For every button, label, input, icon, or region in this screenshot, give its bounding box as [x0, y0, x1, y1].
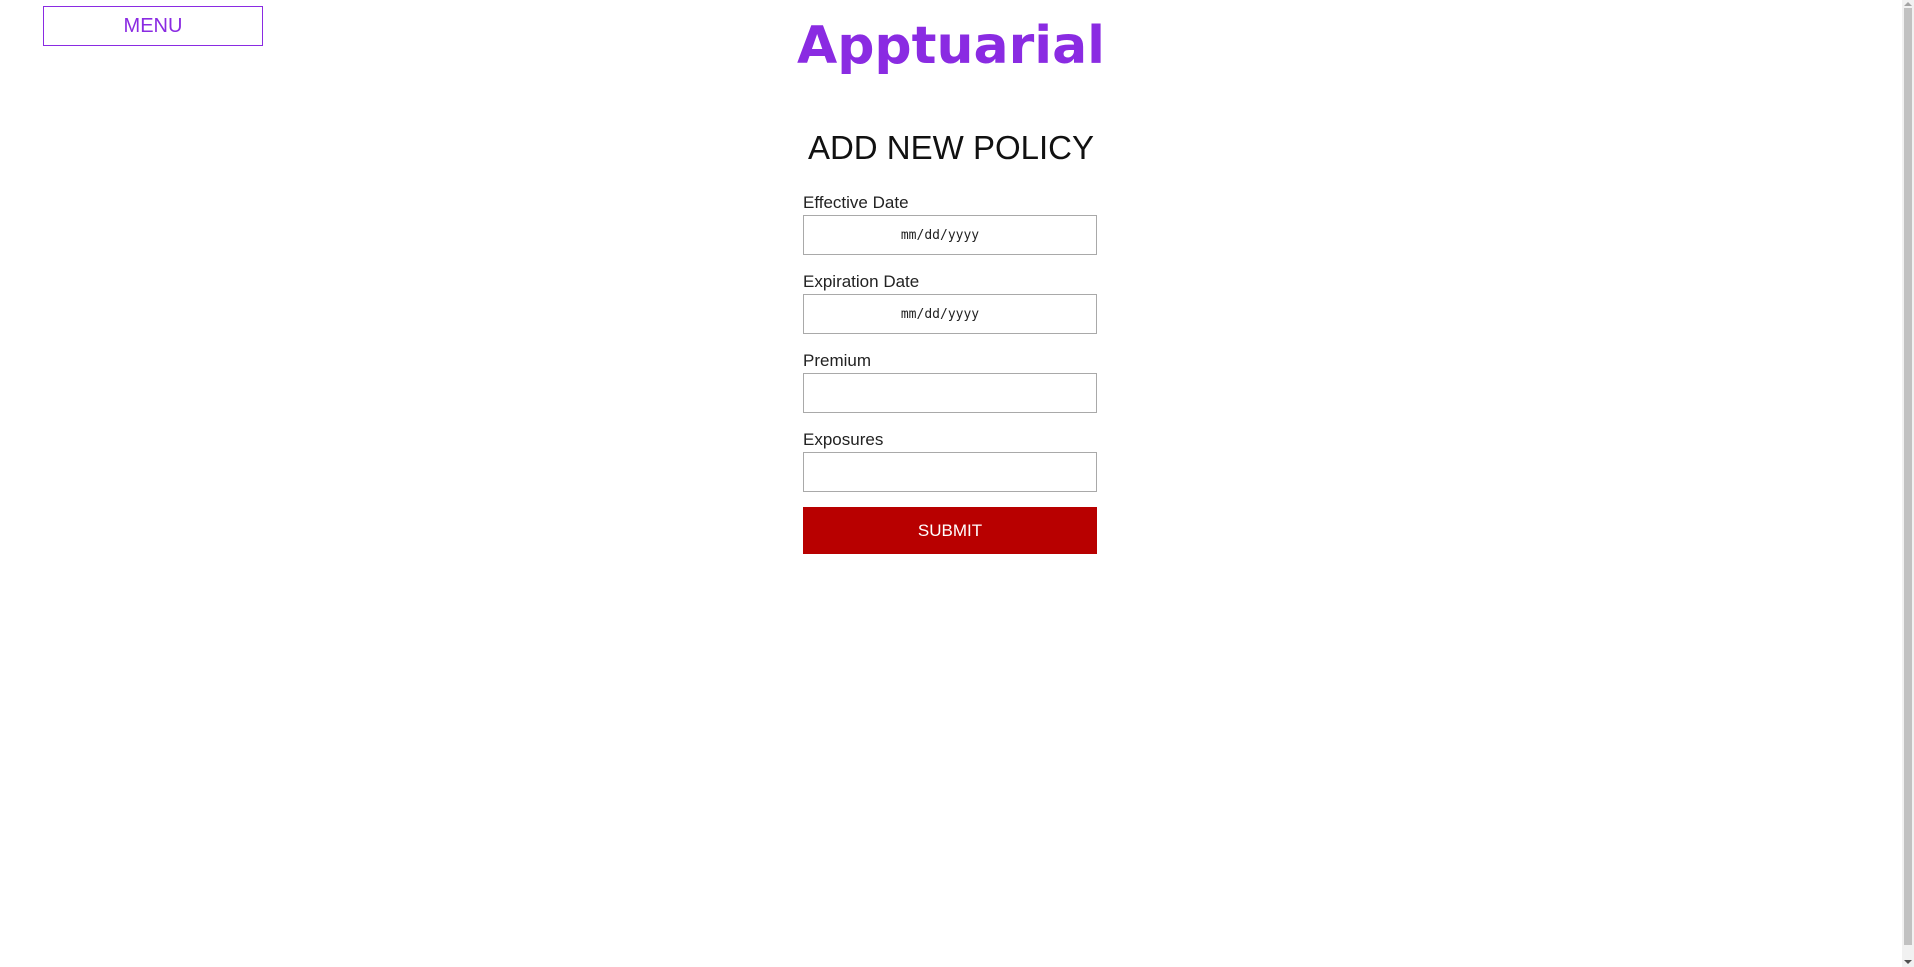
- scroll-down-arrow-icon[interactable]: [1904, 960, 1912, 964]
- scroll-up-arrow-icon[interactable]: [1904, 2, 1912, 6]
- premium-input[interactable]: [803, 373, 1097, 413]
- effective-date-label: Effective Date: [803, 193, 909, 212]
- effective-date-input[interactable]: mm/dd/yyyy: [803, 215, 1097, 255]
- expiration-date-label: Expiration Date: [803, 272, 920, 291]
- premium-label: Premium: [803, 351, 872, 370]
- expiration-date-input[interactable]: mm/dd/yyyy: [803, 294, 1097, 334]
- exposures-label: Exposures: [803, 430, 884, 449]
- exposures-input[interactable]: [803, 452, 1097, 492]
- page-title: ADD NEW POLICY: [807, 129, 1095, 166]
- vertical-scrollbar[interactable]: [1902, 0, 1914, 967]
- scrollbar-thumb[interactable]: [1904, 8, 1912, 945]
- submit-button[interactable]: SUBMIT: [803, 507, 1097, 554]
- brand-logo: Apptuarial: [796, 16, 1106, 76]
- add-policy-form: Effective Date mm/dd/yyyy Expiration Dat…: [803, 191, 1097, 554]
